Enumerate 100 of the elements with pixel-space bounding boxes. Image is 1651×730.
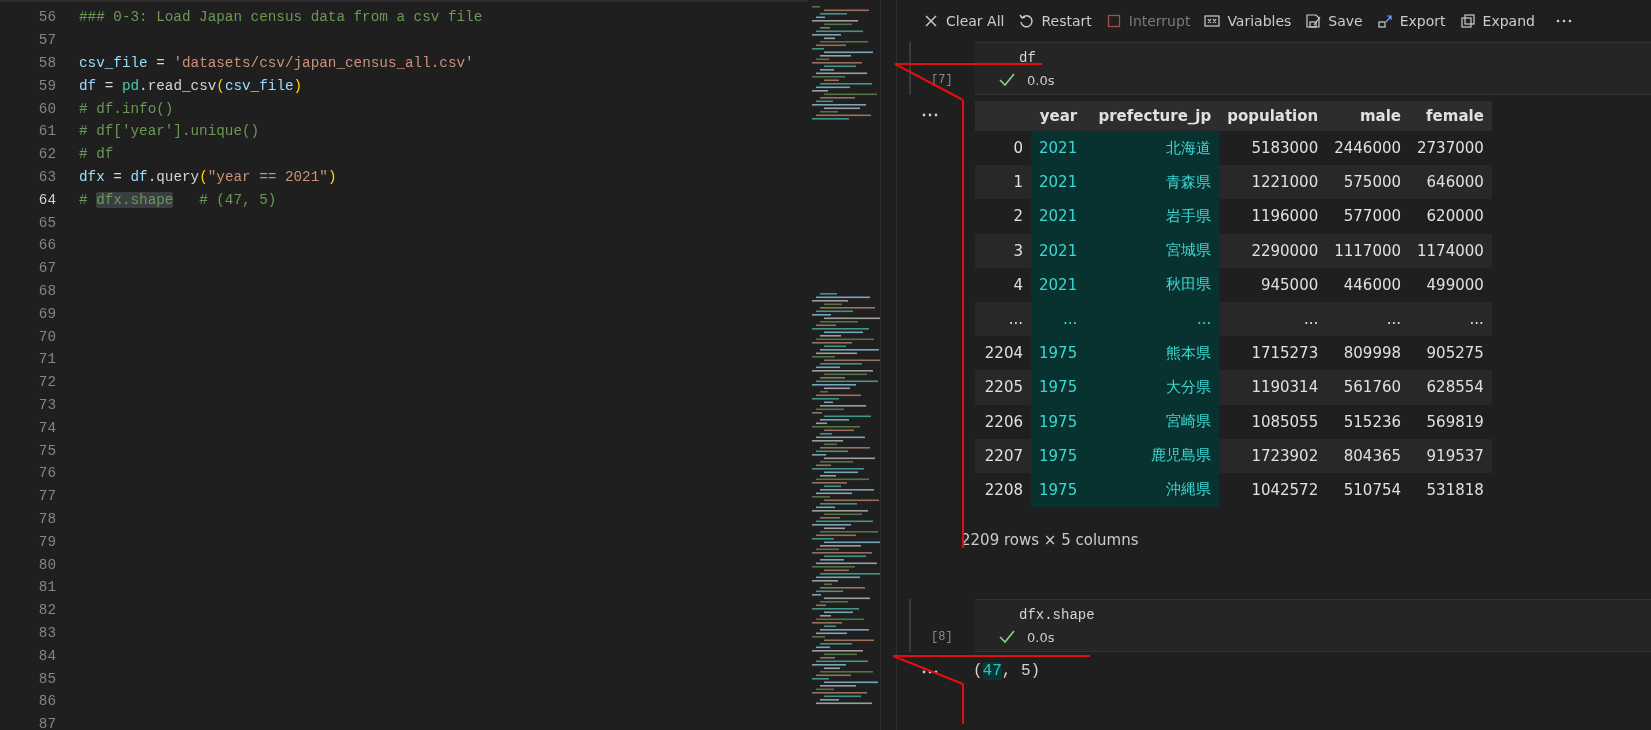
table-cell: 秋田県: [1085, 267, 1220, 302]
table-cell: ...: [1326, 301, 1410, 337]
table-cell: 1975: [1031, 370, 1086, 405]
table-cell: 宮城県: [1085, 233, 1220, 268]
toolbar-button[interactable]: Restart: [1018, 13, 1092, 29]
table-cell: 熊本県: [1085, 336, 1220, 371]
line-number: 77: [37, 488, 57, 505]
duration-text: 0.0s: [1027, 72, 1055, 88]
table-cell: 804365: [1326, 438, 1410, 473]
line-number: 57: [37, 32, 57, 49]
table-cell: 2446000: [1326, 131, 1410, 166]
line-number: 61: [37, 123, 57, 140]
line-number: 85: [37, 670, 57, 687]
table-cell: 1196000: [1219, 199, 1327, 234]
toolbar-button[interactable]: Export: [1376, 13, 1446, 29]
line-number: 73: [37, 396, 57, 413]
line-number: 63: [37, 168, 57, 185]
column-header: year: [1039, 107, 1078, 125]
line-number: 65: [37, 214, 57, 231]
stop-icon: [1105, 13, 1122, 29]
table-cell: ...: [1031, 301, 1086, 337]
column-header: female: [1426, 107, 1484, 125]
table-cell: 575000: [1326, 165, 1410, 200]
table-cell: 809998: [1326, 336, 1410, 371]
line-number: 84: [37, 647, 57, 664]
table-cell: 沖縄県: [1085, 472, 1220, 508]
toolbar-button[interactable]: Variables: [1204, 13, 1292, 29]
table-cell: 0: [975, 131, 1031, 166]
cell-code[interactable]: df: [1019, 50, 1036, 66]
table-cell: 1042572: [1219, 472, 1327, 508]
line-number: 56: [37, 9, 57, 26]
output-text: (47, 5): [972, 661, 1041, 681]
line-number: 82: [37, 602, 57, 619]
close-icon: [923, 13, 939, 29]
table-cell: 2208: [975, 472, 1031, 508]
table-cell: 1085055: [1219, 404, 1327, 439]
line-number: 71: [37, 351, 57, 368]
variables-icon: [1204, 13, 1221, 29]
table-cell: 515236: [1326, 404, 1410, 439]
line-number: 59: [37, 77, 57, 94]
table-cell: ...: [1085, 301, 1220, 337]
table-cell: 2021: [1031, 199, 1086, 234]
table-cell: 1117000: [1326, 233, 1410, 268]
code-line: csv_file = 'datasets/csv/japan_census_all.csv': [79, 55, 474, 71]
toolbar-button[interactable]: Expand: [1459, 13, 1535, 29]
more-icon[interactable]: [1554, 18, 1573, 24]
code-line: ### 0-3: Load Japan census data from a csv file: [79, 9, 483, 26]
code-line: # df.info(): [79, 100, 174, 117]
code-line: # df['year'].unique(): [79, 123, 260, 140]
table-cell: 1975: [1031, 404, 1086, 439]
table-cell: 1715273: [1219, 336, 1327, 371]
table-cell: 561760: [1326, 370, 1410, 405]
execution-count: [8]: [931, 630, 954, 645]
table-cell: 青森県: [1085, 165, 1220, 200]
table-cell: 2206: [975, 404, 1031, 439]
restart-icon: [1018, 13, 1035, 29]
table-cell: 446000: [1326, 267, 1410, 302]
table-cell: 2021: [1031, 233, 1086, 268]
scrollbar-track[interactable]: [880, 0, 897, 730]
toolbar-button[interactable]: Save: [1305, 13, 1363, 29]
line-number: 86: [37, 693, 57, 710]
table-cell: 3: [975, 233, 1031, 268]
table-cell: 1221000: [1219, 165, 1327, 200]
table-cell: 岩手県: [1085, 199, 1220, 234]
line-number: 62: [37, 146, 57, 163]
code-line: dfx = df.query("year == 2021"): [79, 168, 337, 185]
line-number: 76: [37, 465, 57, 482]
line-number: 66: [37, 237, 57, 254]
ellipsis-icon[interactable]: [922, 113, 938, 117]
code-line: df = pd.read_csv(csv_file): [79, 77, 303, 94]
table-cell: ...: [1219, 301, 1327, 337]
line-number: 69: [37, 305, 57, 322]
table-cell: 1174000: [1409, 233, 1492, 268]
line-number: 68: [37, 282, 57, 299]
table-cell: 2021: [1031, 131, 1086, 166]
table-cell: 2021: [1031, 165, 1086, 200]
line-number: 60: [37, 100, 57, 117]
table-cell: 2737000: [1409, 131, 1492, 166]
toolbar-button[interactable]: Clear All: [923, 13, 1005, 29]
line-number: 67: [37, 260, 57, 277]
code-line: # dfx.shape # (47, 5): [79, 191, 277, 208]
ellipsis-icon[interactable]: [922, 670, 938, 675]
line-number: 64: [37, 191, 57, 208]
table-cell: 4: [975, 267, 1031, 302]
table-cell: 2290000: [1219, 233, 1327, 268]
cell-code[interactable]: dfx.shape: [1019, 607, 1095, 624]
line-number: 70: [37, 328, 57, 345]
line-number: 78: [37, 510, 57, 527]
table-cell: 905275: [1409, 336, 1492, 371]
table-cell: 宮崎県: [1085, 404, 1220, 439]
table-cell: 1975: [1031, 336, 1086, 371]
column-header: male: [1359, 107, 1402, 125]
table-cell: 1190314: [1219, 370, 1327, 405]
table-cell: 2: [975, 199, 1031, 234]
line-number: 81: [37, 579, 57, 596]
table-cell: 2204: [975, 336, 1031, 371]
line-number: 79: [37, 533, 57, 550]
table-cell: 鹿児島県: [1085, 438, 1220, 473]
table-cell: 919537: [1409, 438, 1492, 473]
table-cell: 577000: [1326, 199, 1410, 234]
